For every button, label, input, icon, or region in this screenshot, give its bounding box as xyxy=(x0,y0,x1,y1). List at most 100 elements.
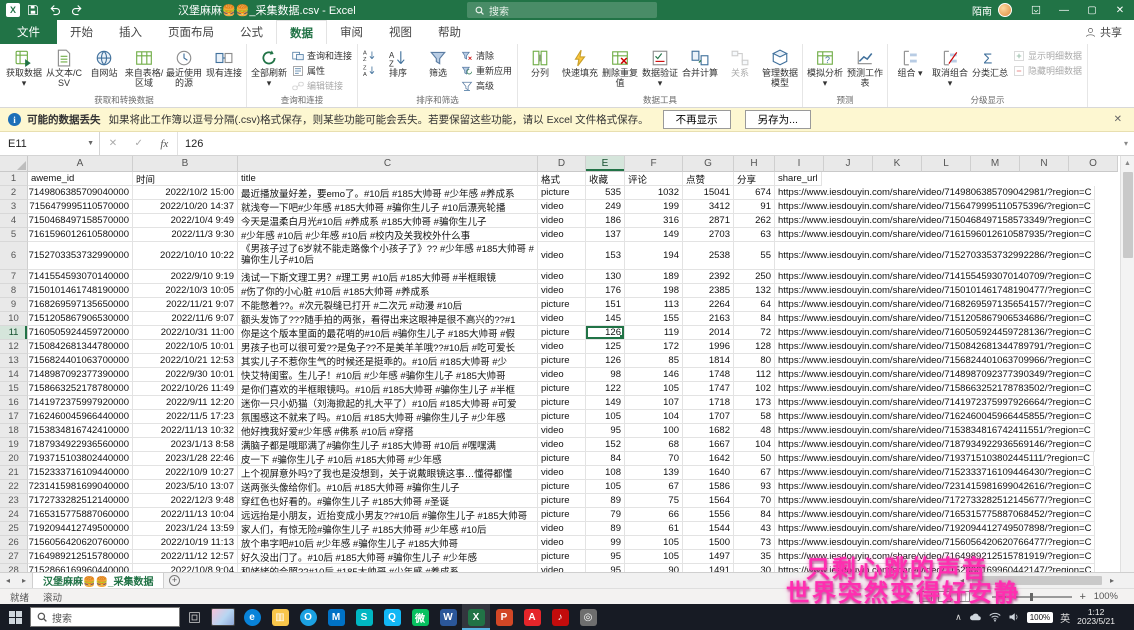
cell-E12[interactable]: 125 xyxy=(586,340,625,354)
cell-C19[interactable]: 满脑子都是哦耶满了#骗你生儿子 #185大帅哥 #10后 #嘿嘿满 xyxy=(238,438,538,452)
row-header-26[interactable]: 26 xyxy=(0,536,28,550)
taskbar-app-word[interactable]: W xyxy=(434,604,462,630)
cell-B13[interactable]: 2022/10/21 12:53 xyxy=(133,354,238,368)
cell-I17[interactable]: https://www.iesdouyin.com/share/video/71… xyxy=(775,410,1095,424)
input-language-indicator[interactable]: 英 xyxy=(1060,610,1070,625)
sheet-nav-next-icon[interactable]: ▸ xyxy=(16,573,32,588)
taskbar-app-browser[interactable]: O xyxy=(294,604,322,630)
cell-I16[interactable]: https://www.iesdouyin.com/share/video/71… xyxy=(775,396,1095,410)
cell-C14[interactable]: 快艾特闺蜜。生儿子！#10后 #少年感 #骗你生儿子 #185大帅哥 xyxy=(238,368,538,382)
ribbon-button-自网站[interactable]: 自网站 xyxy=(84,45,124,79)
cell-G18[interactable]: 1682 xyxy=(683,424,734,438)
cell-C13[interactable]: 其实儿子不惹你生气的时候还是挺乖的。#10后 #185大帅哥 #少 xyxy=(238,354,538,368)
cell-H22[interactable]: 93 xyxy=(734,480,775,494)
maximize-button[interactable]: ▢ xyxy=(1078,0,1106,20)
cell-A9[interactable]: 7168269597135650000 xyxy=(28,298,133,312)
row-header-11[interactable]: 11 xyxy=(0,326,28,340)
cell-H27[interactable]: 35 xyxy=(734,550,775,564)
cell-C20[interactable]: 皮一下 #骗你生儿子 #10后 #185大帅哥 #少年感 xyxy=(238,452,538,466)
cell-F14[interactable]: 146 xyxy=(625,368,683,382)
row-header-27[interactable]: 27 xyxy=(0,550,28,564)
cell-A24[interactable]: 7165315775887060000 xyxy=(28,508,133,522)
cell-H9[interactable]: 64 xyxy=(734,298,775,312)
cell-C21[interactable]: 上个视屏意外吗?了我也是没想到，关于说戴眼镜这事…懂得都懂 xyxy=(238,466,538,480)
close-button[interactable]: ✕ xyxy=(1106,0,1134,20)
ribbon-button-sort-ascending[interactable]: AZ xyxy=(360,48,378,63)
undo-button[interactable] xyxy=(48,3,62,17)
ribbon-display-options-button[interactable] xyxy=(1022,0,1050,20)
ribbon-button-管理数据模型[interactable]: 管理数据模型 xyxy=(760,45,800,88)
cell-A14[interactable]: 7148987092377390000 xyxy=(28,368,133,382)
ribbon-button-筛选[interactable]: 筛选 xyxy=(418,45,458,79)
cell-C2[interactable]: 最近播放量好差，要emo了。#10后 #185大帅哥 #少年感 #养成系 xyxy=(238,186,538,200)
cell-G27[interactable]: 1497 xyxy=(683,550,734,564)
cell-H11[interactable]: 72 xyxy=(734,326,775,340)
cancel-entry-icon[interactable]: ✕ xyxy=(109,138,117,149)
cell-G24[interactable]: 1556 xyxy=(683,508,734,522)
cell-C12[interactable]: 男孩子也可以很可爱??是兔子??不是美羊羊哦??#10后 #吃可爱长 xyxy=(238,340,538,354)
cell-F6[interactable]: 194 xyxy=(625,242,683,270)
cell-A7[interactable]: 7141554593070140000 xyxy=(28,270,133,284)
column-header-A[interactable]: A xyxy=(28,156,133,172)
ribbon-button-现有连接[interactable]: 现有连接 xyxy=(204,45,244,79)
cell-B12[interactable]: 2022/10/5 10:01 xyxy=(133,340,238,354)
cell-D15[interactable]: picture xyxy=(538,382,586,396)
cell-E23[interactable]: 89 xyxy=(586,494,625,508)
cell-A23[interactable]: 7172733282512140000 xyxy=(28,494,133,508)
cell-A18[interactable]: 7153834816742410000 xyxy=(28,424,133,438)
cell-D6[interactable]: video xyxy=(538,242,586,270)
taskbar-search-box[interactable]: 搜索 xyxy=(30,607,180,627)
cell-G25[interactable]: 1544 xyxy=(683,522,734,536)
cell-G20[interactable]: 1642 xyxy=(683,452,734,466)
menu-tab-数据[interactable]: 数据 xyxy=(276,20,327,44)
row-header-19[interactable]: 19 xyxy=(0,438,28,452)
cell-C3[interactable]: 就浅夸一下吧#少年感 #185大帅哥 #骗你生儿子 #10后漂亮轮播 xyxy=(238,200,538,214)
taskbar-app-settings[interactable]: ◎ xyxy=(574,604,602,630)
cell-H7[interactable]: 250 xyxy=(734,270,775,284)
insert-function-icon[interactable]: fx xyxy=(160,138,168,150)
cell-D2[interactable]: picture xyxy=(538,186,586,200)
cell-I14[interactable]: https://www.iesdouyin.com/share/video/71… xyxy=(775,368,1095,382)
cell-B25[interactable]: 2023/1/24 13:59 xyxy=(133,522,238,536)
cell-C1[interactable]: title xyxy=(238,172,538,186)
menu-tab-开始[interactable]: 开始 xyxy=(57,20,106,44)
vertical-scrollbar-thumb[interactable] xyxy=(1123,172,1133,258)
cell-D26[interactable]: video xyxy=(538,536,586,550)
cell-A12[interactable]: 7150842681344780000 xyxy=(28,340,133,354)
cell-F8[interactable]: 198 xyxy=(625,284,683,298)
ribbon-button-预测工作表[interactable]: 预测工作表 xyxy=(845,45,885,88)
menu-tab-页面布局[interactable]: 页面布局 xyxy=(155,20,227,44)
row-header-12[interactable]: 12 xyxy=(0,340,28,354)
cell-E24[interactable]: 79 xyxy=(586,508,625,522)
cell-E22[interactable]: 105 xyxy=(586,480,625,494)
cell-G26[interactable]: 1500 xyxy=(683,536,734,550)
cell-I2[interactable]: https://www.iesdouyin.com/share/video/71… xyxy=(775,186,1095,200)
cell-E17[interactable]: 105 xyxy=(586,410,625,424)
menu-tab-插入[interactable]: 插入 xyxy=(106,20,155,44)
cell-D17[interactable]: picture xyxy=(538,410,586,424)
cell-A28[interactable]: 7152866169960440000 xyxy=(28,564,133,572)
menu-tab-公式[interactable]: 公式 xyxy=(227,20,276,44)
row-header-25[interactable]: 25 xyxy=(0,522,28,536)
cell-H21[interactable]: 67 xyxy=(734,466,775,480)
taskbar-app-music[interactable]: ♪ xyxy=(546,604,574,630)
cell-E21[interactable]: 108 xyxy=(586,466,625,480)
cell-A10[interactable]: 7151205867906530000 xyxy=(28,312,133,326)
row-header-22[interactable]: 22 xyxy=(0,480,28,494)
cell-D1[interactable]: 格式 xyxy=(538,172,586,186)
cell-G13[interactable]: 1814 xyxy=(683,354,734,368)
cell-C25[interactable]: 家人们，有惊无险#骗你生儿子 #185大帅哥 #少年感 #10后 xyxy=(238,522,538,536)
row-header-16[interactable]: 16 xyxy=(0,396,28,410)
cell-H3[interactable]: 91 xyxy=(734,200,775,214)
cell-C9[interactable]: 不能憋着??。#次元裂缝已打开 #二次元 #动漫 #10后 xyxy=(238,298,538,312)
cell-G6[interactable]: 2538 xyxy=(683,242,734,270)
cell-G19[interactable]: 1667 xyxy=(683,438,734,452)
row-header-14[interactable]: 14 xyxy=(0,368,28,382)
cell-H5[interactable]: 63 xyxy=(734,228,775,242)
cell-F12[interactable]: 172 xyxy=(625,340,683,354)
cell-B16[interactable]: 2022/9/11 12:20 xyxy=(133,396,238,410)
cell-D18[interactable]: video xyxy=(538,424,586,438)
save-as-button[interactable]: 另存为... xyxy=(745,110,811,129)
ribbon-button-属性[interactable]: 属性 xyxy=(289,63,355,78)
cell-G11[interactable]: 2014 xyxy=(683,326,734,340)
